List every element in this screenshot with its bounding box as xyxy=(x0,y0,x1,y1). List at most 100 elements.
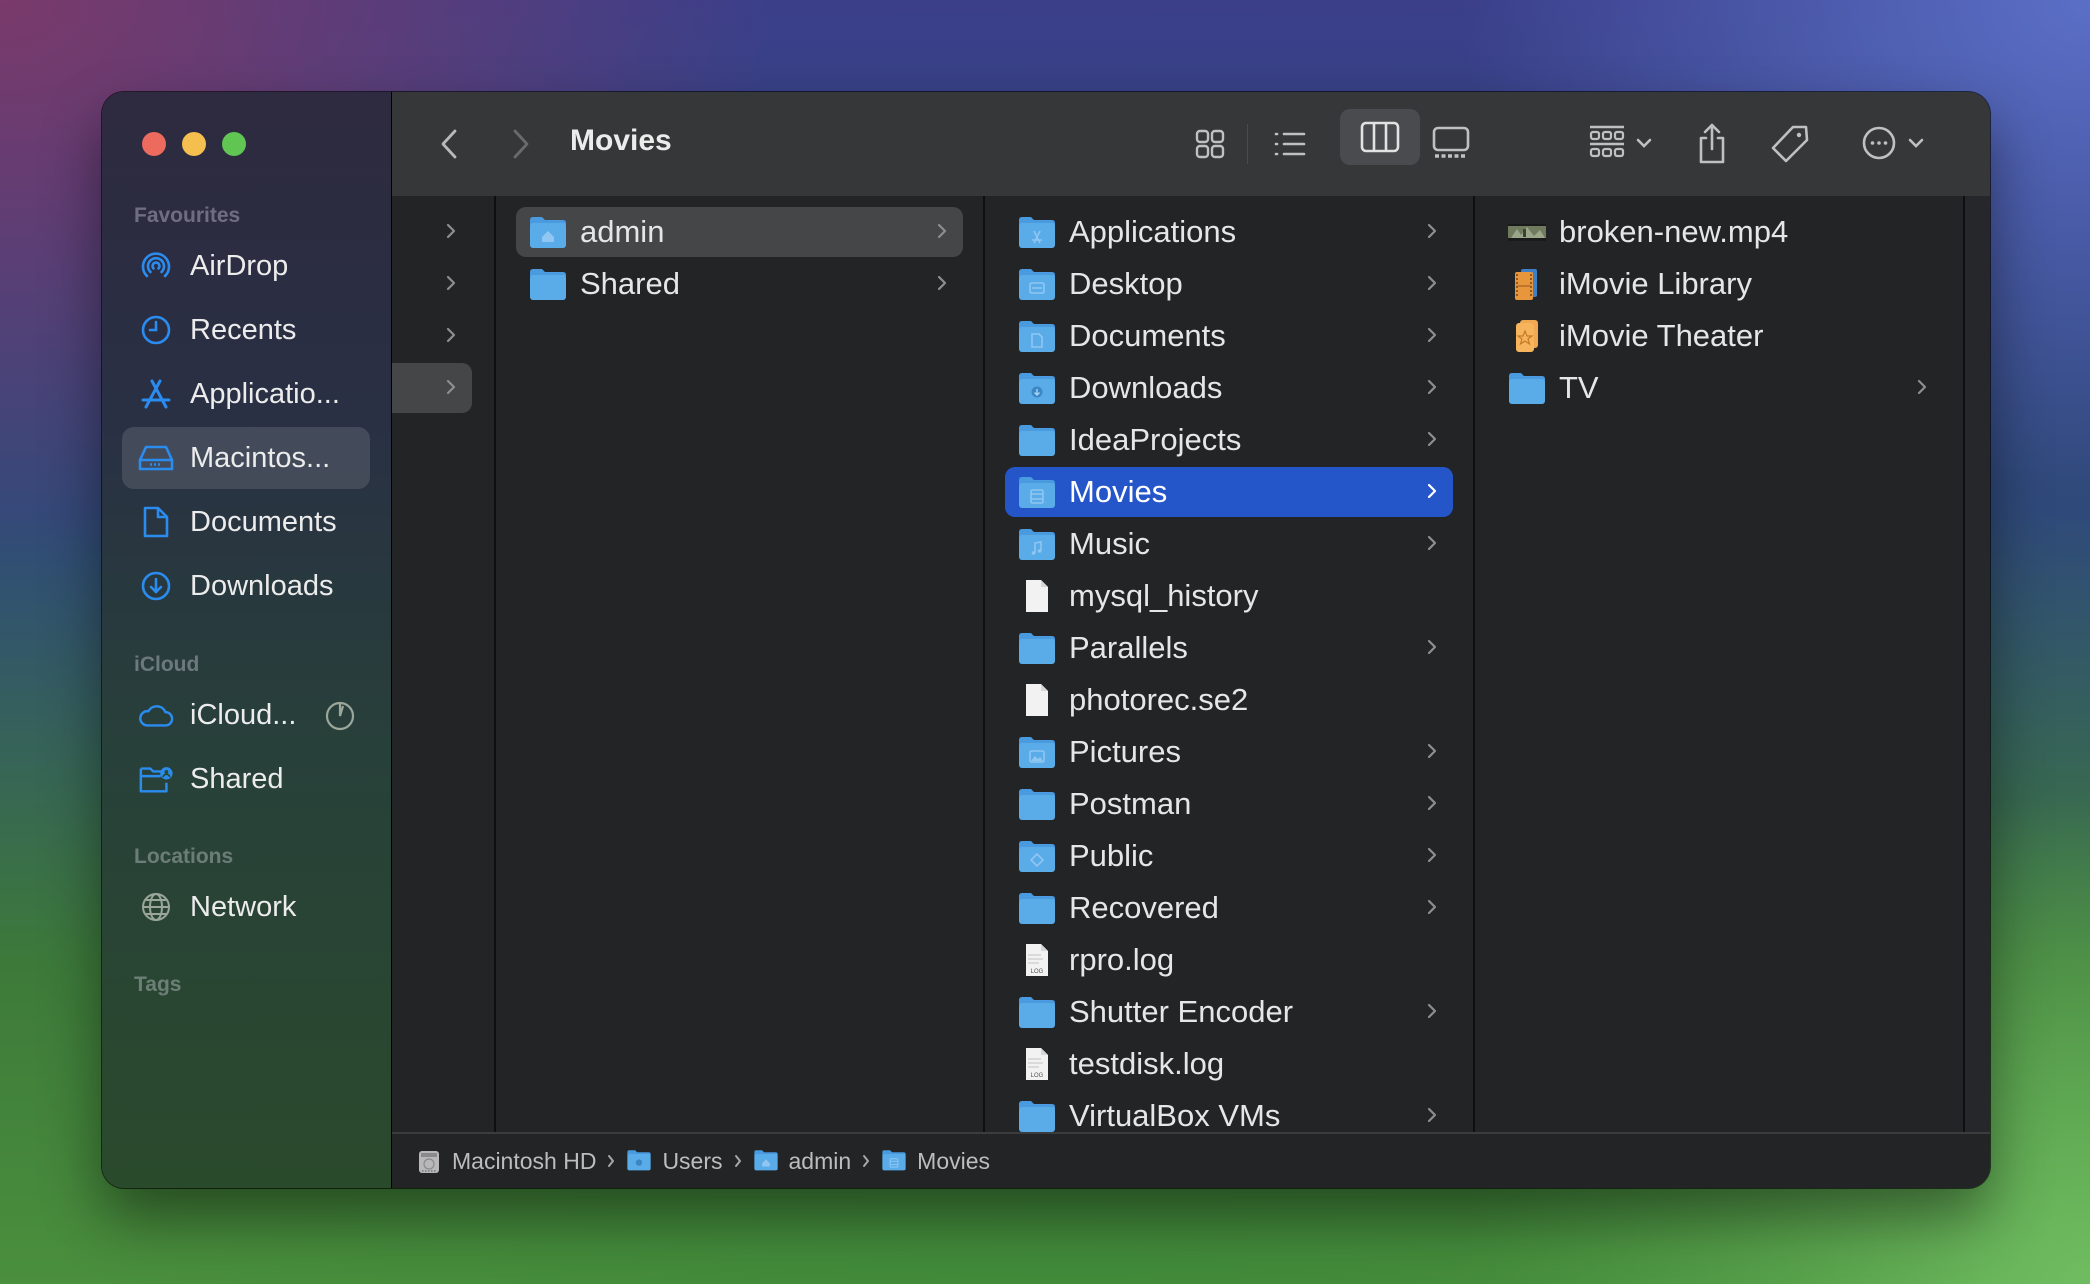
forward-chevron-icon xyxy=(513,129,529,159)
chevron-right-icon xyxy=(1915,375,1931,401)
gallery-view-button[interactable] xyxy=(1428,120,1474,166)
chevron-down-icon xyxy=(1908,138,1924,148)
chevron-right-icon xyxy=(444,219,460,245)
list-item[interactable]: broken-new.mp4 xyxy=(1495,207,1943,257)
sidebar-item-downloads[interactable]: Downloads xyxy=(122,555,370,617)
section-tags[interactable]: Tags xyxy=(134,973,181,997)
column-3[interactable]: Applications Desktop Documents Downloads Ide… xyxy=(985,196,1475,1134)
column-browser: admin Shared Applications Desktop Documents… xyxy=(392,196,1990,1134)
chevron-right-icon xyxy=(1425,323,1441,349)
chevron-right-icon xyxy=(1425,739,1441,765)
path-segment[interactable]: Movies xyxy=(881,1148,990,1175)
back-button[interactable] xyxy=(432,126,466,162)
clock-icon xyxy=(138,312,174,348)
column-view-button[interactable] xyxy=(1340,109,1420,165)
window-title: Movies xyxy=(570,124,672,157)
list-item[interactable] xyxy=(392,311,472,361)
sidebar-item-macintosh-hd[interactable]: Macintos... xyxy=(122,427,370,489)
column-2[interactable]: admin Shared xyxy=(496,196,985,1134)
chevron-right-icon xyxy=(1425,999,1441,1025)
sidebar-item-recents[interactable]: Recents xyxy=(122,299,370,361)
sidebar-item-airdrop[interactable]: AirDrop xyxy=(122,235,370,297)
scrollbar-gutter[interactable] xyxy=(1965,196,1990,1134)
list-view-button[interactable] xyxy=(1268,122,1312,166)
sidebar-item-applications[interactable]: Applicatio... xyxy=(122,363,370,425)
item-name: Music xyxy=(1069,526,1150,561)
sidebar-item-shared[interactable]: Shared xyxy=(122,748,370,810)
minimize-button[interactable] xyxy=(182,132,206,156)
list-item[interactable]: Public xyxy=(1005,831,1453,881)
path-segment[interactable]: admin xyxy=(753,1148,851,1175)
item-name: Downloads xyxy=(1069,370,1223,405)
list-item[interactable]: Music xyxy=(1005,519,1453,569)
list-item[interactable]: Shutter Encoder xyxy=(1005,987,1453,1037)
chevron-down-icon xyxy=(1636,138,1652,148)
share-button[interactable] xyxy=(1692,116,1732,172)
folder-icon xyxy=(1017,995,1057,1029)
section-icloud: iCloud xyxy=(134,653,200,676)
column-4[interactable]: broken-new.mp4 iMovie Library iMovie Theat… xyxy=(1475,196,1965,1134)
sidebar-item-label: AirDrop xyxy=(190,249,289,282)
list-item[interactable]: Movies xyxy=(1005,467,1453,517)
list-item[interactable]: TV xyxy=(1495,363,1943,413)
gallery-view-icon xyxy=(1432,126,1470,158)
list-item[interactable]: Shared xyxy=(516,259,963,309)
list-item[interactable]: Postman xyxy=(1005,779,1453,829)
path-segment[interactable]: Users xyxy=(626,1148,723,1175)
toolbar: Movies xyxy=(392,92,1990,198)
list-item[interactable]: iMovie Theater xyxy=(1495,311,1943,361)
window-controls xyxy=(142,132,246,156)
chevron-right-icon xyxy=(935,219,951,245)
chevron-right-icon xyxy=(1425,271,1441,297)
list-item[interactable]: admin xyxy=(516,207,963,257)
list-item[interactable]: mysql_history xyxy=(1005,571,1453,621)
more-actions-button[interactable] xyxy=(1852,118,1932,168)
sync-progress-icon xyxy=(324,700,356,737)
item-name: Parallels xyxy=(1069,630,1188,665)
list-item[interactable] xyxy=(392,259,472,309)
desktop-folder-icon xyxy=(1017,267,1057,301)
sidebar-item-label: Applicatio... xyxy=(190,377,340,410)
chevron-right-icon xyxy=(444,323,460,349)
sidebar-item-icloud-drive[interactable]: iCloud... xyxy=(122,684,370,746)
sidebar-item-label: Network xyxy=(190,890,297,923)
group-by-button[interactable] xyxy=(1580,118,1660,168)
list-item[interactable]: Downloads xyxy=(1005,363,1453,413)
list-item[interactable]: Documents xyxy=(1005,311,1453,361)
close-button[interactable] xyxy=(142,132,166,156)
column-view-icon xyxy=(1360,121,1400,153)
tag-button[interactable] xyxy=(1768,116,1812,172)
item-name: mysql_history xyxy=(1069,578,1259,613)
sidebar-item-documents[interactable]: Documents xyxy=(122,491,370,553)
zoom-button[interactable] xyxy=(222,132,246,156)
list-item[interactable]: Desktop xyxy=(1005,259,1453,309)
icon-view-button[interactable] xyxy=(1189,122,1231,166)
forward-button[interactable] xyxy=(504,126,538,162)
log-file-icon: LOG xyxy=(1017,943,1057,977)
list-item[interactable]: LOG rpro.log xyxy=(1005,935,1453,985)
file-icon xyxy=(1017,683,1057,717)
list-item[interactable]: Parallels xyxy=(1005,623,1453,673)
list-item[interactable]: VirtualBox VMs xyxy=(1005,1091,1453,1134)
list-item[interactable]: photorec.se2 xyxy=(1005,675,1453,725)
list-item[interactable]: LOG testdisk.log xyxy=(1005,1039,1453,1089)
column-1[interactable] xyxy=(392,196,496,1134)
list-view-icon xyxy=(1274,132,1306,156)
list-item[interactable] xyxy=(392,207,472,257)
list-item[interactable]: IdeaProjects xyxy=(1005,415,1453,465)
imovie-theater-icon xyxy=(1507,319,1547,353)
item-name: Postman xyxy=(1069,786,1192,821)
sidebar-item-network[interactable]: Network xyxy=(122,876,370,938)
list-item[interactable]: Recovered xyxy=(1005,883,1453,933)
item-name: testdisk.log xyxy=(1069,1046,1225,1081)
path-segment[interactable]: Macintosh HD xyxy=(416,1148,596,1175)
list-item[interactable]: Pictures xyxy=(1005,727,1453,777)
list-item[interactable]: iMovie Library xyxy=(1495,259,1943,309)
item-name: Public xyxy=(1069,838,1154,873)
list-item[interactable]: Applications xyxy=(1005,207,1453,257)
sidebar-item-label: Downloads xyxy=(190,569,334,602)
path-separator-icon xyxy=(861,1153,871,1169)
video-thumbnail-icon xyxy=(1507,215,1547,249)
list-item[interactable] xyxy=(392,363,472,413)
item-name: Shutter Encoder xyxy=(1069,994,1294,1029)
